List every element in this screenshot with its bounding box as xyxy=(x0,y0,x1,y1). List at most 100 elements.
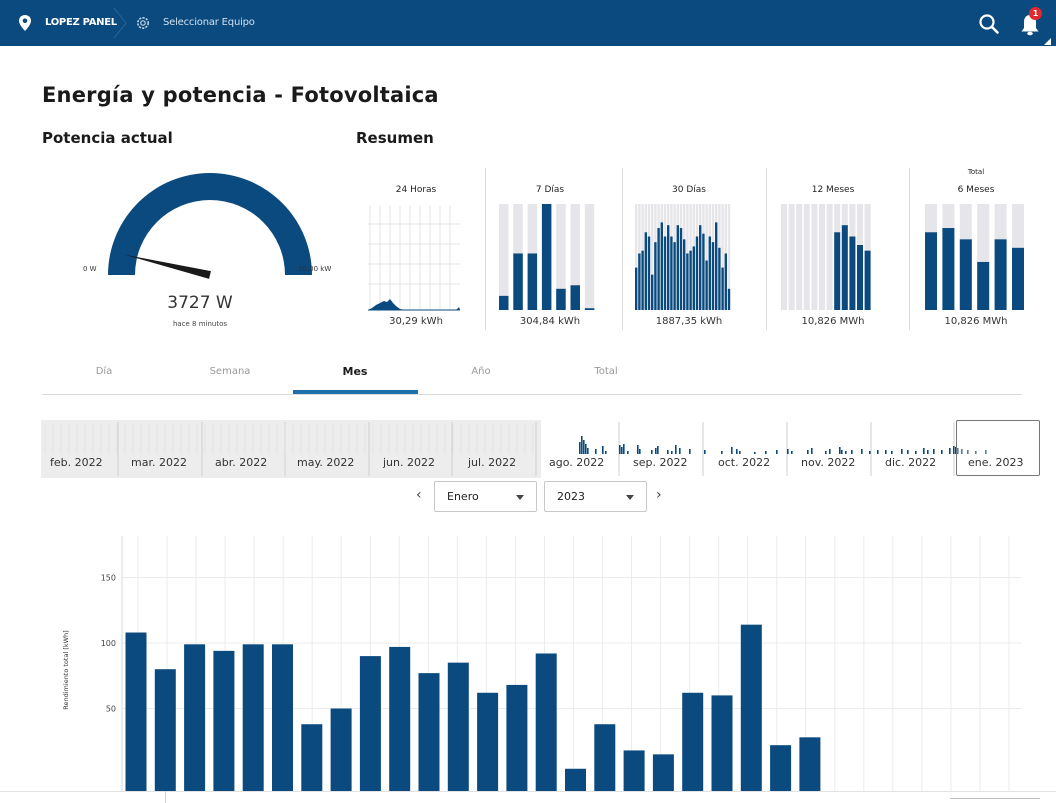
chart-bar xyxy=(330,708,352,792)
chart-bar xyxy=(652,754,674,792)
mini-bar xyxy=(727,288,731,310)
year-select[interactable]: 2023 xyxy=(544,481,647,512)
timeline-activity-bar xyxy=(807,450,809,454)
current-power-value: 3727 W xyxy=(167,293,233,313)
summary-total: 1887,35 kWh xyxy=(655,316,723,327)
gauge-min-label: 0 W xyxy=(83,265,97,273)
summary-card-7d[interactable]: 7 Días 304,84 kWh xyxy=(490,168,610,340)
timeline-month-label[interactable]: ene. 2023 xyxy=(968,456,1024,469)
month-select[interactable]: Enero xyxy=(434,481,537,512)
mini-bar xyxy=(673,242,676,310)
timeline-month-label[interactable]: abr. 2022 xyxy=(215,456,267,469)
timeline-activity-bar xyxy=(585,444,587,454)
next-period-chevron-icon[interactable]: › xyxy=(656,487,662,503)
location-pin-icon[interactable] xyxy=(17,14,33,32)
top-bar: LOPEZ PANEL Seleccionar Equipo 1 xyxy=(0,0,1056,46)
tab-year[interactable]: Año xyxy=(419,366,543,377)
mini-chart-12m xyxy=(781,204,871,310)
mini-bar-background xyxy=(826,204,833,310)
chart-bar xyxy=(623,750,645,792)
summary-title: Resumen xyxy=(356,129,434,147)
mini-chart-30d xyxy=(635,204,731,310)
tab-week[interactable]: Semana xyxy=(168,366,292,377)
timeline-activity-bar xyxy=(791,451,793,454)
timeline-activity-bar xyxy=(637,445,639,454)
summary-total: 30,29 kWh xyxy=(389,316,443,327)
chart-bar xyxy=(740,624,762,792)
mini-bar xyxy=(715,222,718,310)
timeline-activity-bar xyxy=(841,450,843,454)
timeline-activity-bar xyxy=(639,449,641,454)
chart-bar xyxy=(242,644,264,792)
timeline-month-label[interactable]: sep. 2022 xyxy=(633,456,687,469)
timeline-month-label[interactable]: ago. 2022 xyxy=(549,456,604,469)
timeline-activity-bar xyxy=(765,451,767,454)
timeline-activity-bar xyxy=(861,449,863,454)
timeline-activity-bar xyxy=(581,436,583,454)
mini-bar xyxy=(679,228,683,310)
summary-divider xyxy=(485,168,486,330)
chart-bar xyxy=(799,737,821,792)
summary-card-12m[interactable]: 12 Meses 10,826 MWh xyxy=(773,168,893,340)
timeline-activity-bar xyxy=(953,446,955,454)
plant-name[interactable]: LOPEZ PANEL xyxy=(45,17,117,28)
chart-bar xyxy=(594,724,616,792)
mini-bar xyxy=(857,244,863,310)
mini-bar xyxy=(994,239,1007,310)
mini-bar xyxy=(556,288,566,310)
chart-bar xyxy=(418,673,440,792)
timeline-month-label[interactable]: feb. 2022 xyxy=(50,456,103,469)
summary-total: 304,84 kWh xyxy=(519,316,581,327)
timeline-activity-bar xyxy=(754,452,756,454)
mini-bar-background xyxy=(499,204,509,310)
mini-bar xyxy=(638,253,641,310)
mini-bar xyxy=(641,250,644,310)
timeline-activity-bar xyxy=(787,449,789,454)
mini-bar xyxy=(841,225,848,310)
chart-bar xyxy=(770,745,792,792)
timeline-month-label[interactable]: may. 2022 xyxy=(297,456,354,469)
chart-bar xyxy=(389,646,411,792)
mini-bar xyxy=(708,236,711,310)
timeline-month-label[interactable]: oct. 2022 xyxy=(718,456,770,469)
timeline-activity-bar xyxy=(704,450,706,454)
mini-bar xyxy=(689,250,692,310)
timeline-activity-bar xyxy=(907,450,909,454)
tab-day[interactable]: Día xyxy=(42,366,166,377)
mini-bar-background xyxy=(781,204,787,310)
chart-bar xyxy=(184,644,206,792)
mini-area-24h xyxy=(368,299,460,310)
timeline-activity-bar xyxy=(587,448,589,454)
timeline-month-label[interactable]: jun. 2022 xyxy=(383,456,435,469)
mini-bar xyxy=(942,228,955,310)
summary-card-6m[interactable]: Total 6 Meses 10,826 MWh xyxy=(916,168,1036,340)
mini-bar xyxy=(718,247,721,310)
chart-bar xyxy=(682,692,704,792)
timeline-navigator[interactable] xyxy=(41,420,1041,478)
summary-card-24h[interactable]: 24 Horas 30,29 kWh xyxy=(356,168,476,340)
summary-divider xyxy=(622,168,623,330)
select-device-link[interactable]: Seleccionar Equipo xyxy=(163,17,255,28)
summary-card-30d[interactable]: 30 Días 1887,35 kWh xyxy=(629,168,749,340)
timeline-activity-bar xyxy=(721,451,723,454)
mini-chart-6m xyxy=(925,204,1024,310)
previous-period-chevron-icon[interactable]: ‹ xyxy=(416,487,422,503)
tab-month[interactable]: Mes xyxy=(293,365,417,378)
search-icon[interactable] xyxy=(978,13,1000,35)
timeline-month-label[interactable]: jul. 2022 xyxy=(468,456,516,469)
timeline-month-label[interactable]: mar. 2022 xyxy=(131,456,187,469)
summary-total: 10,826 MWh xyxy=(944,316,1008,327)
chart-bar xyxy=(125,632,147,792)
timeline-activity-bar xyxy=(941,450,943,454)
footer-separator xyxy=(165,791,166,803)
chart-bar xyxy=(301,724,323,792)
timeline-activity-bar xyxy=(901,449,903,454)
timeline-activity-bar xyxy=(583,440,585,454)
mini-bar xyxy=(667,225,670,310)
month-select-value: Enero xyxy=(447,490,479,503)
chevron-down-icon xyxy=(626,495,634,500)
tab-total[interactable]: Total xyxy=(544,366,668,377)
timeline-month-label[interactable]: dic. 2022 xyxy=(885,456,936,469)
timeline-month-label[interactable]: nov. 2022 xyxy=(801,456,855,469)
y-tick-label: 100 xyxy=(101,639,116,648)
